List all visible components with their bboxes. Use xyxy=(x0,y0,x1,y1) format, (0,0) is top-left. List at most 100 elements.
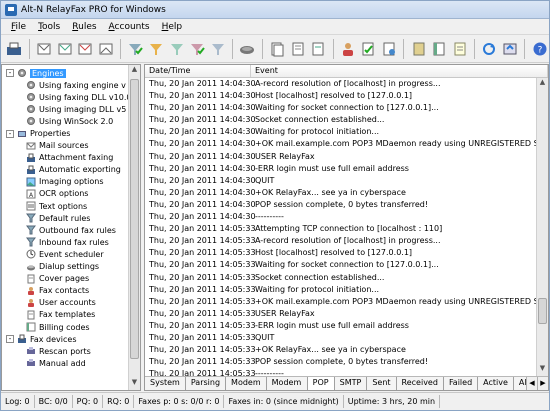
notes-icon[interactable] xyxy=(451,39,470,59)
menu-tools[interactable]: Tools xyxy=(32,22,66,32)
log-row[interactable]: Thu, 20 Jan 2011 14:05:33 USER RelayFax xyxy=(145,308,536,320)
tree-item-fax-contacts[interactable]: Fax contacts xyxy=(2,285,140,297)
tree-item-text-options[interactable]: Text options xyxy=(2,200,140,212)
collapse-icon[interactable]: - xyxy=(6,129,14,138)
log-row[interactable]: Thu, 20 Jan 2011 14:04:30 USER RelayFax xyxy=(145,151,536,163)
log-row[interactable]: Thu, 20 Jan 2011 14:05:33 +OK mail.exampl… xyxy=(145,296,536,308)
tree-item-imaging-options[interactable]: Imaging options xyxy=(2,176,140,188)
log-row[interactable]: Thu, 20 Jan 2011 14:04:30 QUIT xyxy=(145,175,536,187)
tab-active[interactable]: Active xyxy=(478,377,514,390)
column-header-event[interactable]: Event xyxy=(251,65,548,77)
tree-item-dialup-settings[interactable]: Dialup settings xyxy=(2,261,140,273)
log-row[interactable]: Thu, 20 Jan 2011 14:05:33 +OK RelayFax...… xyxy=(145,344,536,356)
tree-item-ocr-options[interactable]: A OCR options xyxy=(2,188,140,200)
tree-item-cover-pages[interactable]: Cover pages xyxy=(2,273,140,285)
modem-icon[interactable] xyxy=(238,39,257,59)
tree-item-using-faxing-engine-v[interactable]: Using faxing engine v xyxy=(2,79,140,91)
log-scrollbar[interactable]: ▲ ▼ xyxy=(536,78,548,376)
menu-help[interactable]: Help xyxy=(156,22,189,32)
tab-system[interactable]: System xyxy=(145,377,186,390)
log-row[interactable]: Thu, 20 Jan 2011 14:04:30 +OK RelayFax...… xyxy=(145,187,536,199)
scroll-down-icon[interactable]: ▼ xyxy=(129,378,140,390)
documents-icon[interactable] xyxy=(268,39,287,59)
log-row[interactable]: Thu, 20 Jan 2011 14:05:33 -ERR login must… xyxy=(145,320,536,332)
tree-item-user-accounts[interactable]: User accounts xyxy=(2,297,140,309)
tree-item-using-winsock-2-0[interactable]: Using WinSock 2.0 xyxy=(2,115,140,127)
tree-item-properties[interactable]: - Properties xyxy=(2,127,140,139)
tab-received[interactable]: Received xyxy=(396,377,444,390)
log-row[interactable]: Thu, 20 Jan 2011 14:04:30 Host [localhost… xyxy=(145,90,536,102)
log-row[interactable]: Thu, 20 Jan 2011 14:04:30 ---------- xyxy=(145,211,536,223)
log-row[interactable]: Thu, 20 Jan 2011 14:05:33 Host [localhost… xyxy=(145,247,536,259)
filter-rule-icon[interactable] xyxy=(147,39,166,59)
log-row[interactable]: Thu, 20 Jan 2011 14:05:33 ---------- xyxy=(145,368,536,376)
tree-item-attachment-faxing[interactable]: Attachment faxing xyxy=(2,152,140,164)
log-row[interactable]: Thu, 20 Jan 2011 14:04:30 POP session com… xyxy=(145,199,536,211)
scroll-up-icon[interactable]: ▲ xyxy=(537,78,548,90)
compose-fax-icon[interactable] xyxy=(35,39,54,59)
menu-file[interactable]: File xyxy=(5,22,32,32)
log-row[interactable]: Thu, 20 Jan 2011 14:04:30 +OK mail.exampl… xyxy=(145,138,536,150)
log-scroll-thumb[interactable] xyxy=(538,298,547,324)
menu-rules[interactable]: Rules xyxy=(66,22,102,32)
ledger-icon[interactable] xyxy=(430,39,449,59)
collapse-icon[interactable]: - xyxy=(6,69,14,78)
tree-item-event-scheduler[interactable]: Event scheduler xyxy=(2,248,140,260)
fax-queue-icon[interactable] xyxy=(96,39,115,59)
copy-document-icon[interactable] xyxy=(288,39,307,59)
tree-scrollbar[interactable]: ▲ ▼ xyxy=(128,65,140,390)
tree-item-fax-devices[interactable]: - Fax devices xyxy=(2,333,140,345)
log-row[interactable]: Thu, 20 Jan 2011 14:05:33 Attempting TCP … xyxy=(145,223,536,235)
tree-item-outbound-fax-rules[interactable]: Outbound fax rules xyxy=(2,224,140,236)
log-row[interactable]: Thu, 20 Jan 2011 14:04:30 A-record resolu… xyxy=(145,78,536,90)
log-row[interactable]: Thu, 20 Jan 2011 14:04:30 Socket connecti… xyxy=(145,114,536,126)
queue-refresh-icon[interactable] xyxy=(501,39,520,59)
log-row[interactable]: Thu, 20 Jan 2011 14:05:33 Waiting for pro… xyxy=(145,284,536,296)
tab-modem-in[interactable]: Modem in xyxy=(226,377,267,390)
log-row[interactable]: Thu, 20 Jan 2011 14:05:33 QUIT xyxy=(145,332,536,344)
tree-item-mail-sources[interactable]: Mail sources xyxy=(2,140,140,152)
fax-machine-icon[interactable] xyxy=(5,39,24,59)
log-row[interactable]: Thu, 20 Jan 2011 14:05:33 Waiting for soc… xyxy=(145,259,536,271)
tree-item-automatic-exporting[interactable]: Automatic exporting xyxy=(2,164,140,176)
scroll-down-icon[interactable]: ▼ xyxy=(537,364,548,376)
tab-modem-out[interactable]: Modem out xyxy=(266,377,308,390)
tab-parsing[interactable]: Parsing xyxy=(185,377,227,390)
log-row[interactable]: Thu, 20 Jan 2011 14:05:33 A-record resolu… xyxy=(145,235,536,247)
tab-smtp[interactable]: SMTP xyxy=(334,377,368,390)
log-row[interactable]: Thu, 20 Jan 2011 14:04:30 Waiting for pro… xyxy=(145,126,536,138)
funnel-check-icon[interactable] xyxy=(188,39,207,59)
log-row[interactable]: Thu, 20 Jan 2011 14:05:33 Socket connecti… xyxy=(145,272,536,284)
collapse-icon[interactable]: - xyxy=(6,335,14,344)
user-icon[interactable] xyxy=(338,39,357,59)
tree-item-billing-codes[interactable]: Billing codes xyxy=(2,321,140,333)
log-row[interactable]: Thu, 20 Jan 2011 14:04:30 -ERR login must… xyxy=(145,163,536,175)
incoming-fax-icon[interactable] xyxy=(76,39,95,59)
scroll-up-icon[interactable]: ▲ xyxy=(129,65,140,77)
page-icon[interactable] xyxy=(309,39,328,59)
tree-item-rescan-ports[interactable]: Rescan ports xyxy=(2,345,140,357)
column-header-date[interactable]: Date/Time xyxy=(145,65,251,77)
tree-item-inbound-fax-rules[interactable]: Inbound fax rules xyxy=(2,236,140,248)
tree-item-using-imaging-dll-v5[interactable]: Using imaging DLL v5 xyxy=(2,103,140,115)
check-rule-icon[interactable] xyxy=(126,39,145,59)
tree-item-default-rules[interactable]: Default rules xyxy=(2,212,140,224)
menu-accounts[interactable]: Accounts xyxy=(103,22,156,32)
refresh-icon[interactable] xyxy=(480,39,499,59)
funnel-rule-icon[interactable] xyxy=(167,39,186,59)
tree-item-fax-templates[interactable]: Fax templates xyxy=(2,309,140,321)
tree-item-using-faxing-dll-v10-0[interactable]: Using faxing DLL v10.0 xyxy=(2,91,140,103)
tree-item-manual-add[interactable]: Manual add xyxy=(2,357,140,369)
user-page-icon[interactable] xyxy=(380,39,399,59)
tab-pop[interactable]: POP xyxy=(307,377,335,390)
tab-left-icon[interactable]: ◀ xyxy=(526,377,537,390)
tree-item-engines[interactable]: - Engines xyxy=(2,67,140,79)
tab-right-icon[interactable]: ▶ xyxy=(537,377,548,390)
tab-failed[interactable]: Failed xyxy=(443,377,479,390)
log-row[interactable]: Thu, 20 Jan 2011 14:04:30 Waiting for soc… xyxy=(145,102,536,114)
tab-sent[interactable]: Sent xyxy=(367,377,397,390)
tree-scroll-thumb[interactable] xyxy=(130,79,139,359)
book-icon[interactable] xyxy=(409,39,428,59)
funnel-add-icon[interactable] xyxy=(209,39,228,59)
help-icon[interactable]: ? xyxy=(530,39,549,59)
